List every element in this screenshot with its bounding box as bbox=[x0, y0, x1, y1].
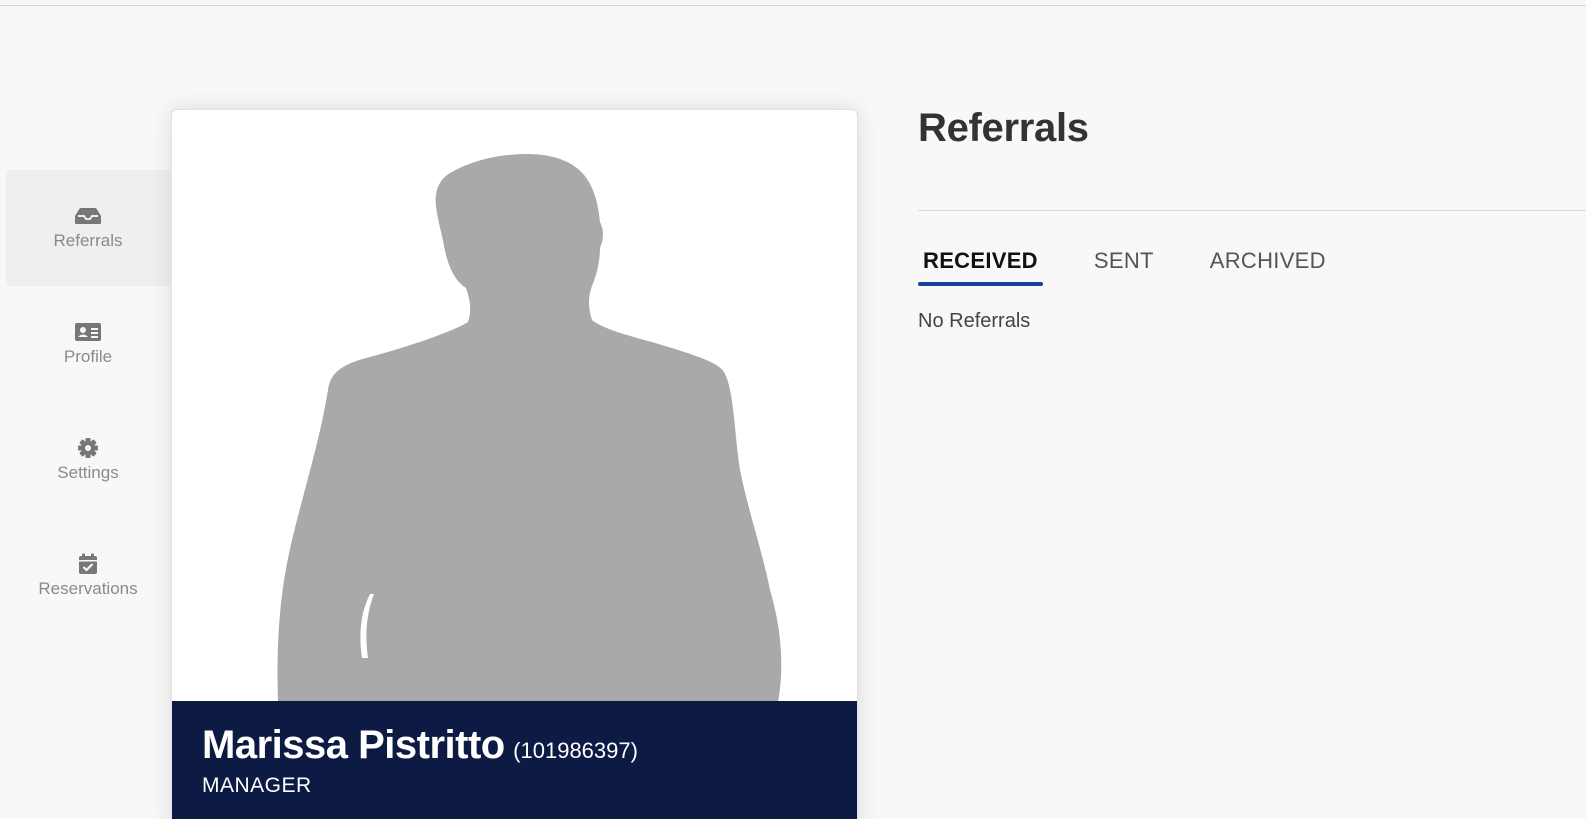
top-divider bbox=[0, 5, 1586, 6]
page-title: Referrals bbox=[918, 106, 1089, 150]
inbox-icon bbox=[74, 205, 102, 227]
sidebar-item-profile[interactable]: Profile bbox=[6, 286, 170, 402]
sidebar-item-label: Profile bbox=[63, 347, 113, 366]
sidebar-item-settings[interactable]: Settings bbox=[6, 402, 170, 518]
tab-sent[interactable]: SENT bbox=[1089, 244, 1159, 286]
sidebar-item-referrals[interactable]: Referrals bbox=[6, 170, 170, 286]
gear-icon bbox=[74, 437, 102, 459]
profile-role: MANAGER bbox=[202, 774, 312, 797]
id-card-icon bbox=[74, 321, 102, 343]
referral-tabs: RECEIVED SENT ARCHIVED bbox=[918, 244, 1377, 286]
profile-name-bar: Marissa Pistritto (101986397) MANAGER bbox=[172, 701, 857, 819]
sidebar-item-label: Referrals bbox=[53, 231, 123, 250]
sidebar-item-reservations[interactable]: Reservations bbox=[6, 518, 170, 634]
calendar-check-icon bbox=[74, 553, 102, 575]
empty-state-message: No Referrals bbox=[918, 310, 1031, 332]
sidebar: Referrals Profile Settings Reservations bbox=[6, 170, 170, 634]
avatar bbox=[172, 110, 857, 702]
profile-card: Marissa Pistritto (101986397) MANAGER bbox=[171, 109, 858, 819]
profile-name: Marissa Pistritto bbox=[202, 723, 505, 767]
title-divider bbox=[918, 210, 1586, 211]
tab-received[interactable]: RECEIVED bbox=[918, 244, 1043, 286]
profile-id: (101986397) bbox=[513, 738, 638, 763]
sidebar-item-label: Settings bbox=[57, 463, 119, 482]
avatar-silhouette bbox=[277, 154, 782, 702]
tab-archived[interactable]: ARCHIVED bbox=[1205, 244, 1331, 286]
sidebar-item-label: Reservations bbox=[38, 579, 138, 598]
